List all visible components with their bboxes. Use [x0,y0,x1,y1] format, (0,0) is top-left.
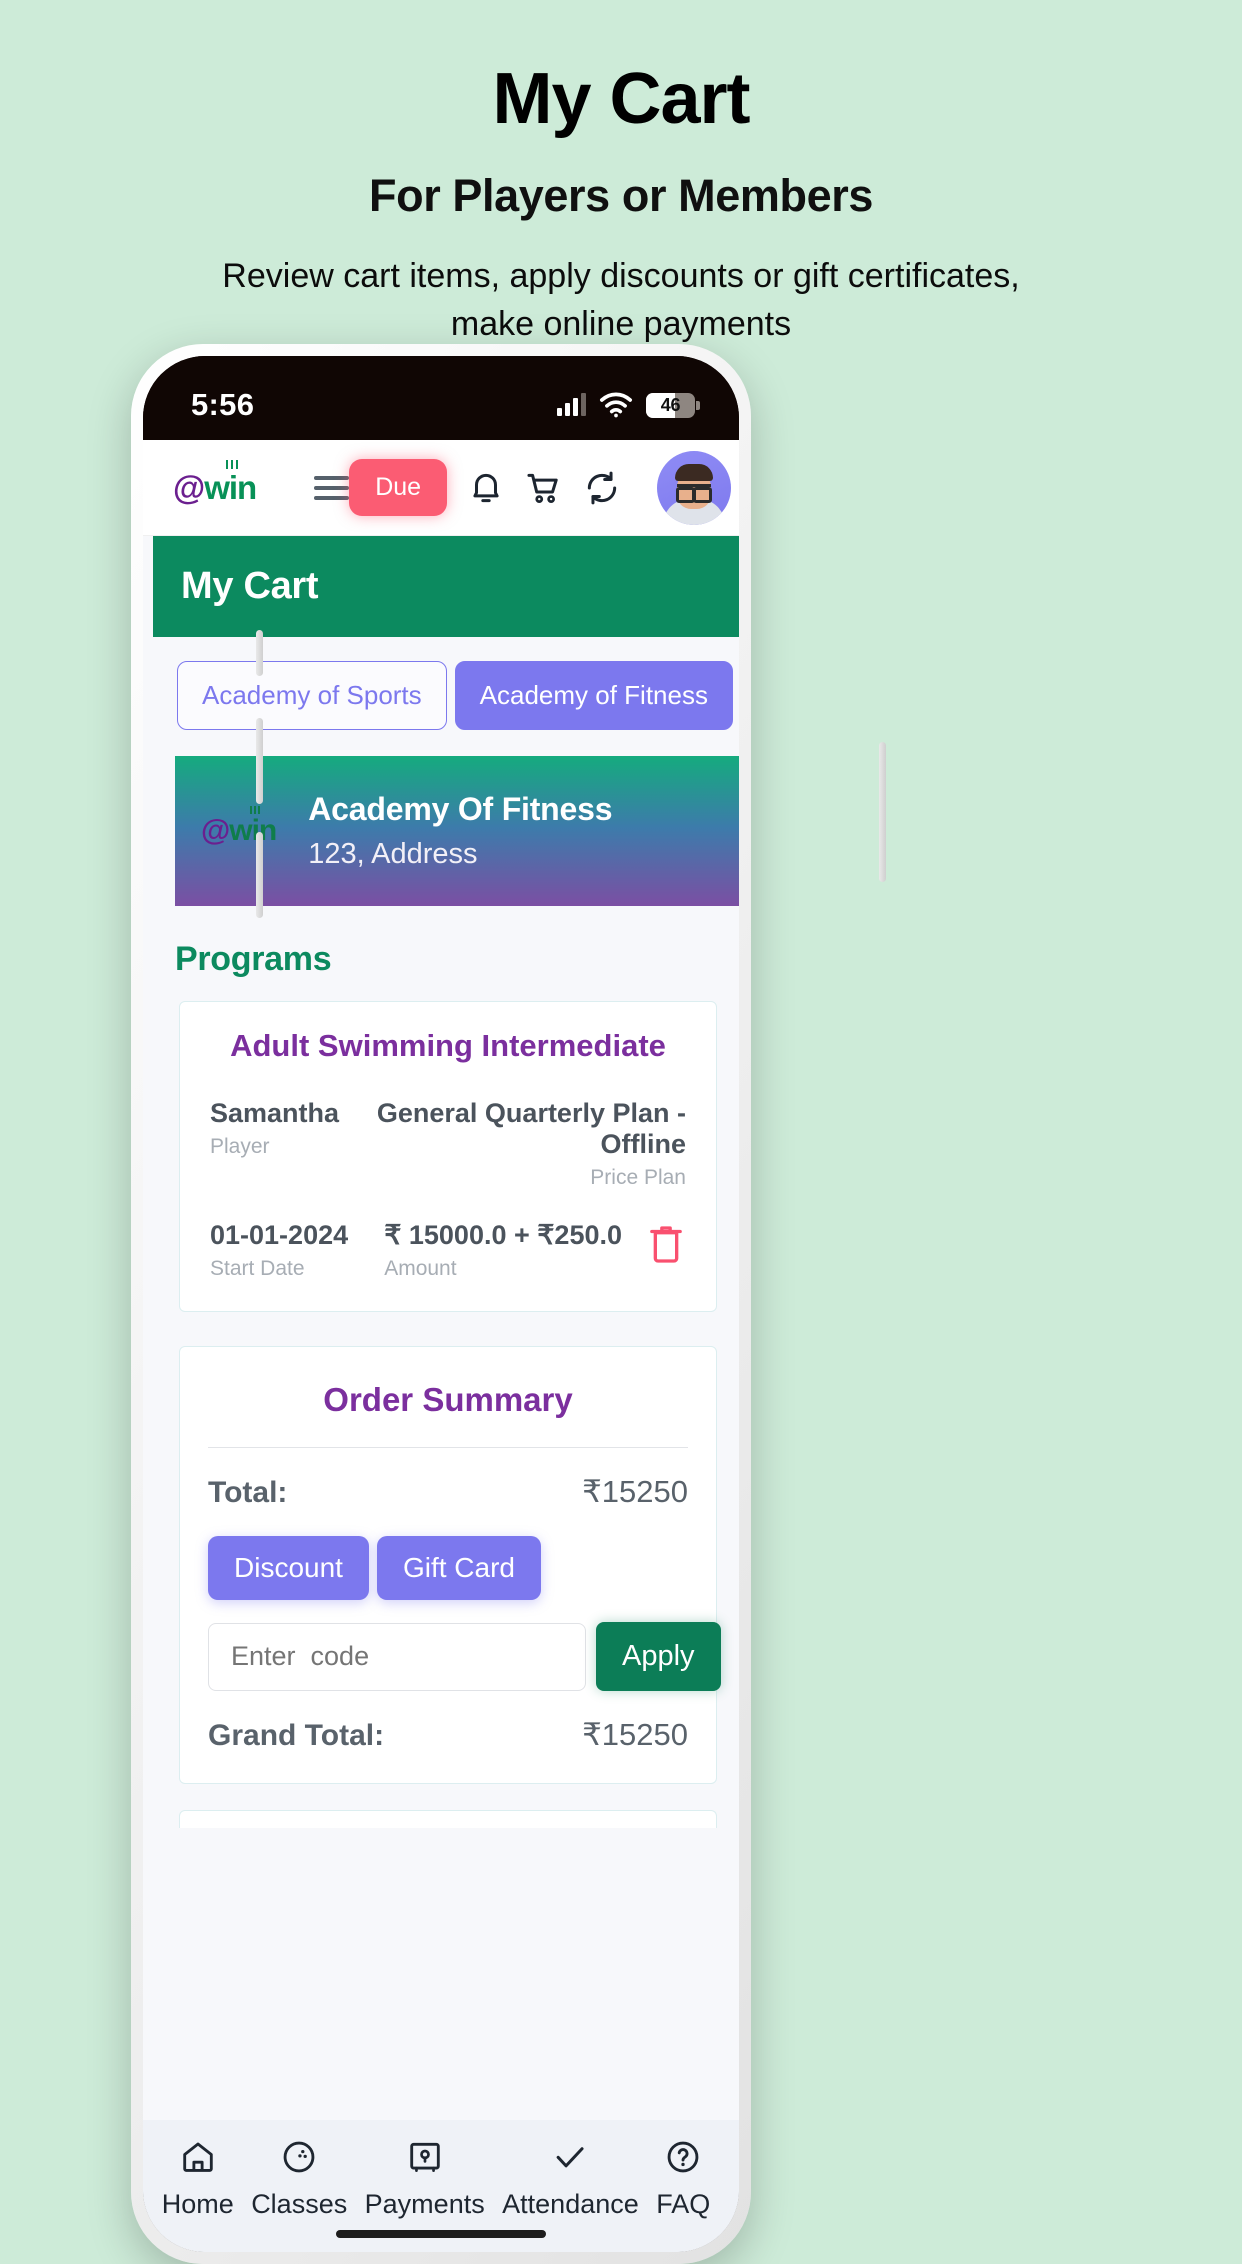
banner-logo: @ win [201,806,277,848]
logo-at-symbol: @ [173,468,205,506]
price-plan-value: General Quarterly Plan - Offline [376,1098,686,1159]
banner-logo-at-symbol: @ [201,814,230,847]
logo-win-text: win [204,459,257,506]
start-date-label: Start Date [210,1257,305,1280]
silent-switch[interactable] [256,630,263,676]
grand-total-row: Grand Total: ₹15250 [208,1717,688,1753]
due-badge[interactable]: Due [349,459,448,516]
price-plan-cell: General Quarterly Plan - Offline Price P… [339,1098,686,1190]
status-bar: 5:56 46 [143,356,739,440]
program-card: Adult Swimming Intermediate Samantha Pla… [179,1001,717,1312]
start-date-value: 01-01-2024 [210,1220,349,1250]
player-label: Player [210,1135,270,1158]
academy-name: Academy Of Fitness [308,791,613,827]
bell-icon[interactable] [467,469,505,507]
banner-logo-win-text: win [229,806,277,847]
order-summary-card: Order Summary Total: ₹15250 Discount Gif… [179,1346,721,1784]
status-time: 5:56 [191,387,255,422]
app-logo[interactable]: @ win [173,459,257,507]
academy-address: 123, Address [308,838,478,870]
volume-up-button[interactable] [256,718,263,804]
phone-mockup: 5:56 46 @ win Due My Cart Academy of Spo… [131,344,886,2264]
start-date-cell: 01-01-2024 Start Date [210,1220,348,1281]
program-title: Adult Swimming Intermediate [230,1028,666,1063]
power-button[interactable] [879,742,886,882]
nav-label-home: Home [161,2189,234,2219]
amount-cell: ₹ 15000.0 + ₹250.0 Amount [384,1220,622,1281]
home-icon [183,2142,213,2172]
grand-total-value: ₹15250 [582,1717,688,1752]
nav-label-attendance: Attendance [502,2189,639,2219]
total-row: Total: ₹15250 [208,1474,688,1510]
hamburger-menu-icon[interactable] [314,475,350,500]
price-plan-label: Price Plan [590,1166,686,1189]
coupon-type-buttons: Discount Gift Card [208,1536,688,1600]
next-card-peek [179,1810,717,1828]
trash-icon[interactable] [646,1222,686,1266]
tab-academy-of-fitness[interactable]: Academy of Fitness [454,661,733,730]
cart-content: My Cart Academy of Sports Academy of Fit… [143,536,739,2120]
promo-description: Review cart items, apply discounts or gi… [222,256,1020,343]
question-circle-icon [667,2141,699,2173]
gift-card-button[interactable]: Gift Card [376,1536,541,1600]
tab-academy-of-sports[interactable]: Academy of Sports [177,661,447,730]
volume-down-button[interactable] [256,832,263,918]
nav-label-classes: Classes [251,2189,348,2219]
discount-button[interactable]: Discount [208,1536,369,1600]
code-input[interactable] [208,1622,586,1691]
total-label: Total: [208,1476,288,1509]
check-icon [557,2147,584,2168]
home-indicator [336,2230,546,2238]
page-title: My Cart [492,59,750,139]
cart-icon[interactable] [525,469,563,507]
player-cell: Samantha Player [210,1098,339,1159]
nav-label-payments: Payments [364,2189,485,2219]
ball-icon [283,2141,315,2173]
amount-label: Amount [384,1257,457,1280]
promo-subtitle: For Players or Members [369,169,873,221]
total-value: ₹15250 [582,1474,688,1509]
signal-bars-icon [557,393,586,416]
cart-page-title: My Cart [153,536,739,637]
app-header: @ win Due [143,440,739,536]
program-row-amount: 01-01-2024 Start Date ₹ 15000.0 + ₹250.0… [210,1220,686,1281]
refresh-icon[interactable] [583,469,621,507]
wifi-icon [599,392,633,418]
player-name: Samantha [210,1098,340,1128]
summary-divider [208,1447,688,1448]
safe-icon [409,2142,440,2172]
app-screen: @ win Due My Cart Academy of Sports Acad… [143,440,739,2252]
apply-button[interactable]: Apply [596,1622,721,1691]
grand-total-label: Grand Total: [208,1719,385,1752]
battery-level: 46 [660,394,681,415]
coupon-code-row: Apply [208,1622,721,1691]
nav-label-faq: FAQ [656,2189,711,2219]
avatar[interactable] [657,450,732,525]
order-summary-title: Order Summary [323,1381,573,1418]
promo-header: My Cart For Players or Members Review ca… [0,0,1242,348]
programs-section-title: Programs [175,940,332,978]
academy-tabs: Academy of Sports Academy of Fitness [153,637,739,730]
battery-icon: 46 [646,392,700,418]
program-row-player: Samantha Player General Quarterly Plan -… [210,1098,686,1190]
amount-value: ₹ 15000.0 + ₹250.0 [384,1220,622,1250]
